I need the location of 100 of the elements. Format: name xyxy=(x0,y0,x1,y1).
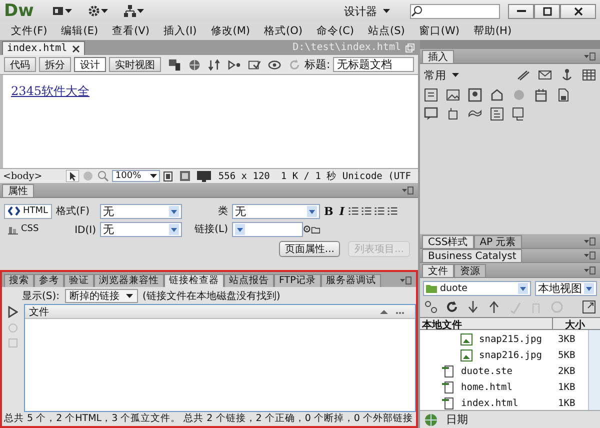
menu-item[interactable]: 查看(V) xyxy=(105,24,156,38)
get-files-icon[interactable] xyxy=(466,300,480,314)
results-tab[interactable]: 参考 xyxy=(34,274,64,287)
file-row[interactable]: snap216.jpg 5KB xyxy=(420,348,588,362)
server-include-icon[interactable] xyxy=(556,88,570,102)
anchor-icon[interactable] xyxy=(560,68,574,82)
debug-icon[interactable] xyxy=(228,58,242,72)
class-select[interactable]: 无 xyxy=(232,204,320,218)
text-link[interactable]: 2345软件大全 xyxy=(11,84,90,98)
monitor-icon[interactable] xyxy=(197,170,212,182)
italic-button[interactable]: I xyxy=(337,204,346,218)
results-tab[interactable]: 验证 xyxy=(64,274,94,287)
results-tab[interactable]: 浏览器兼容性 xyxy=(94,274,164,287)
panel-tab[interactable]: 插入 xyxy=(422,50,454,63)
site-select[interactable]: duote xyxy=(423,281,531,296)
table-icon[interactable] xyxy=(582,68,596,82)
panel-menu-icon[interactable] xyxy=(583,236,596,246)
panel-tab[interactable]: 属性 xyxy=(2,184,34,197)
results-tab[interactable]: 链接检查器 xyxy=(164,274,224,287)
panel-menu-icon[interactable] xyxy=(583,250,596,260)
bullet-list-icon[interactable] xyxy=(348,205,360,217)
panel-tab[interactable]: CSS样式 xyxy=(422,234,474,248)
div-icon[interactable] xyxy=(424,88,438,102)
site-menu-button[interactable] xyxy=(124,5,144,17)
menu-item[interactable]: 帮助(H) xyxy=(466,24,519,38)
panel-menu-icon[interactable] xyxy=(399,274,412,284)
image-icon[interactable] xyxy=(446,88,460,102)
zoom-select[interactable]: 100% xyxy=(112,170,160,182)
title-field[interactable]: 无标题文档 xyxy=(333,57,414,72)
panel-tab[interactable]: 资源 xyxy=(454,264,486,278)
template-icon[interactable] xyxy=(490,106,504,121)
file-row[interactable]: home.html 1KB xyxy=(420,380,588,394)
page-properties-button[interactable]: 页面属性... xyxy=(278,241,340,257)
html-mode-button[interactable]: HTML xyxy=(4,204,52,218)
menu-item[interactable]: 插入(I) xyxy=(156,24,204,38)
format-select[interactable]: 无 xyxy=(100,204,182,218)
settings-menu-button[interactable] xyxy=(88,5,108,17)
category-select[interactable]: 常用 xyxy=(424,68,459,83)
menu-item[interactable]: 修改(M) xyxy=(204,24,258,38)
multiscreen-icon[interactable] xyxy=(168,58,182,72)
link-field[interactable] xyxy=(232,222,303,236)
menu-item[interactable]: 格式(O) xyxy=(257,24,310,38)
id-select[interactable]: 无 xyxy=(100,222,182,236)
menu-item[interactable]: 编辑(E) xyxy=(54,24,106,38)
view-button[interactable]: 代码 xyxy=(4,57,36,72)
column-header[interactable]: 本地文件 xyxy=(420,318,552,330)
close-button[interactable] xyxy=(560,4,596,18)
minimize-button[interactable] xyxy=(508,4,534,18)
panel-menu-icon[interactable] xyxy=(401,185,414,195)
workspace-switcher[interactable]: 设计器 xyxy=(338,2,396,20)
show-select[interactable]: 断掉的链接 xyxy=(64,288,138,302)
visual-aids-icon[interactable] xyxy=(268,58,282,72)
panel-tab[interactable]: AP 元素 xyxy=(474,234,522,248)
view-button[interactable]: 设计 xyxy=(74,57,106,72)
panel-tab[interactable]: Business Catalyst xyxy=(422,249,522,262)
calendar-icon[interactable] xyxy=(534,88,548,102)
results-tab[interactable]: 服务器调试 xyxy=(320,274,381,287)
bold-button[interactable]: B xyxy=(322,204,336,218)
comment-icon[interactable] xyxy=(424,106,438,121)
scrollbar[interactable] xyxy=(588,330,600,410)
column-header[interactable]: 大小 xyxy=(552,318,588,330)
search-field[interactable] xyxy=(410,4,500,18)
view-select[interactable]: 本地视图 xyxy=(535,281,597,296)
picture-frame-icon[interactable] xyxy=(468,88,482,102)
file-row[interactable]: duote.ste 2KB xyxy=(420,364,588,378)
close-icon[interactable] xyxy=(72,44,80,52)
expand-icon[interactable] xyxy=(582,300,596,314)
view-button[interactable]: 拆分 xyxy=(39,57,71,72)
results-tab[interactable]: FTP记录 xyxy=(274,274,321,287)
maximize-button[interactable] xyxy=(534,4,560,18)
globe-icon[interactable] xyxy=(424,412,438,427)
view-button[interactable]: 实时视图 xyxy=(109,57,161,72)
menu-item[interactable]: 站点(S) xyxy=(361,24,412,38)
tag-selector[interactable]: <body> xyxy=(3,170,42,182)
layout-menu-button[interactable] xyxy=(52,5,72,17)
file-transfer-icon[interactable] xyxy=(208,58,222,72)
menu-item[interactable]: 窗口(W) xyxy=(412,24,466,38)
panel-menu-icon[interactable] xyxy=(583,50,596,61)
run-icon[interactable] xyxy=(8,306,18,318)
zoom-tool-icon[interactable] xyxy=(97,170,110,182)
email-icon[interactable] xyxy=(538,68,552,82)
panel-menu-icon[interactable] xyxy=(583,265,596,276)
connect-icon[interactable] xyxy=(424,300,438,314)
results-tab[interactable]: 站点报告 xyxy=(224,274,274,287)
menu-item[interactable]: 命令(C) xyxy=(309,24,362,38)
menu-item[interactable]: 文件(F) xyxy=(4,24,54,38)
tag-chooser-icon[interactable] xyxy=(512,106,526,121)
pointer-tool-icon[interactable] xyxy=(66,170,80,182)
css-mode-button[interactable]: CSS xyxy=(4,222,43,236)
panel-tab[interactable]: 文件 xyxy=(422,264,454,278)
put-files-icon[interactable] xyxy=(487,300,501,314)
point-to-file-icon[interactable] xyxy=(302,224,311,234)
sort-icon[interactable] xyxy=(379,308,389,314)
globe-icon[interactable] xyxy=(188,58,202,72)
file-row[interactable]: snap215.jpg 3KB xyxy=(420,332,588,346)
check-out-icon[interactable] xyxy=(508,300,522,314)
hyperlink-icon[interactable] xyxy=(516,68,530,82)
refresh-icon[interactable] xyxy=(445,300,459,314)
document-tab[interactable]: index.html xyxy=(2,41,86,55)
file-row[interactable]: index.html 1KB xyxy=(420,396,588,410)
